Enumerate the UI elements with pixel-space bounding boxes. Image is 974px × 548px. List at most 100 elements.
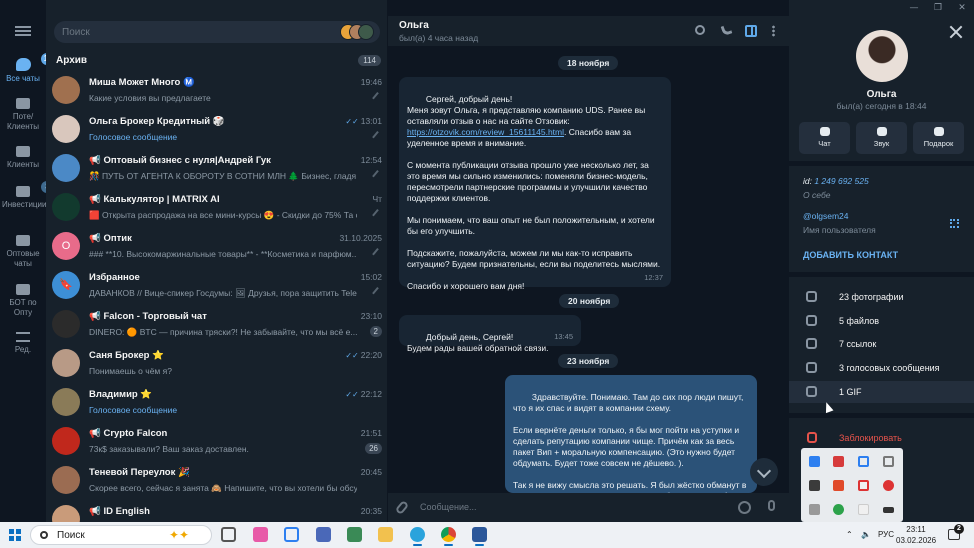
chat-time-text: 22:12 [360, 389, 382, 399]
media-label: 5 файлов [839, 316, 880, 326]
archive-label: Архив [56, 55, 88, 66]
chat-row[interactable]: 🔖 Избранное 15:02 ДАВАНКОВ // Вице-спикер Г… [46, 268, 387, 307]
microphone-icon [806, 362, 817, 373]
chrome-icon[interactable] [441, 527, 456, 546]
restore-button[interactable]: ❐ [926, 0, 950, 16]
scroll-down-button[interactable] [750, 458, 778, 486]
more-icon[interactable] [772, 25, 775, 37]
file-explorer-icon[interactable] [378, 527, 393, 542]
tray-chevron-icon[interactable]: ⌃ [846, 530, 853, 539]
chat-time-text: Чт [372, 194, 382, 204]
sound-button[interactable]: Звук [856, 122, 907, 154]
media-links[interactable]: 7 ссылок [789, 333, 974, 355]
gift-button[interactable]: Подарок [913, 122, 964, 154]
close-icon[interactable] [949, 25, 963, 39]
message-link[interactable]: https://otzovik.com/review_15611145.html [407, 127, 564, 137]
app-tray-icon[interactable] [833, 480, 844, 491]
folder-all-chats[interactable]: 13 Все чаты [0, 53, 56, 84]
task-view-icon[interactable] [221, 527, 236, 542]
media-files[interactable]: 5 файлов [789, 310, 974, 332]
chat-button[interactable]: Чат [799, 122, 850, 154]
snipping-tool-icon[interactable] [858, 456, 869, 467]
volume-icon[interactable] [809, 504, 820, 515]
folder-clients[interactable]: Клиенты [0, 146, 46, 170]
avatar [52, 427, 80, 455]
taskbar-search-label: Поиск [57, 530, 85, 541]
username[interactable]: @olgsem24 [803, 211, 848, 221]
app-tray-icon[interactable] [858, 504, 869, 515]
app-icon[interactable] [253, 527, 268, 542]
word-icon[interactable] [472, 527, 487, 546]
menu-icon[interactable] [15, 26, 31, 36]
folder-bot-wholesale[interactable]: БОТ по Опту [0, 284, 46, 318]
chat-row[interactable]: 📢 Калькулятор | MATRIX AI Чт 🟥 Открыта рас… [46, 190, 387, 229]
file-icon [806, 315, 817, 326]
notification-count: 2 [954, 524, 964, 534]
battery-icon[interactable] [883, 507, 894, 513]
message-bubble-in[interactable]: Сергей, добрый день! Меня зовут Ольга, я… [399, 77, 671, 291]
device-icon[interactable] [883, 456, 894, 467]
chat-row[interactable]: 📢 ID English 20:35 [46, 502, 387, 522]
block-button[interactable]: Заблокировать [839, 433, 902, 443]
chat-row[interactable]: 📢 Crypto Falcon 21:51 73к$ заказывали? Ваш… [46, 424, 387, 463]
chat-row[interactable]: Теневой Переулок 🎉 20:45 Скорее всего, сей… [46, 463, 387, 502]
app-tray-icon[interactable] [833, 456, 844, 467]
chat-row[interactable]: Саня Брокер ⭐ ✓✓ 22:20 Понимаешь о чём я? [46, 346, 387, 385]
message-bubble-in[interactable]: Добрый день, Сергей! Будем рады вашей об… [399, 315, 581, 353]
emoji-icon[interactable] [738, 501, 751, 514]
chat-name: 📢 Калькулятор | MATRIX AI [89, 194, 220, 205]
message-input[interactable] [420, 498, 720, 516]
stories-avatars[interactable] [340, 24, 374, 40]
date-divider: 23 ноября [558, 354, 619, 368]
folder-pote-clients[interactable]: Потe/Клиенты [0, 98, 46, 132]
volume-icon[interactable]: 🔈 [861, 530, 871, 539]
chat-header[interactable]: Ольга был(а) 4 часа назад [388, 16, 789, 46]
search-icon[interactable] [695, 25, 705, 35]
search-input[interactable] [62, 21, 322, 43]
vk-icon[interactable] [316, 527, 331, 542]
avatar[interactable] [856, 30, 908, 82]
minimize-button[interactable]: — [902, 0, 926, 16]
add-contact-button[interactable]: ДОБАВИТЬ КОНТАКТ [803, 250, 898, 260]
chat-row[interactable]: 📢 Falcon - Торговый чат 23:10 DINERO: 🟠 BT… [46, 307, 387, 346]
media-photos[interactable]: 23 фотографии [789, 286, 974, 308]
message-bubble-out[interactable]: Здравствуйте. Понимаю. Там до сих пор лю… [505, 375, 757, 493]
folder-investments[interactable]: 3 Инвестиции [0, 181, 54, 210]
chat-row[interactable]: Владимир ⭐ ✓✓ 22:12 Голосовое сообщение [46, 385, 387, 424]
archive-count: 114 [358, 55, 381, 66]
telegram-icon[interactable] [410, 527, 425, 546]
notification-icon[interactable]: 2 [948, 524, 964, 540]
folder-label: Все чаты [6, 74, 40, 83]
block-icon [807, 432, 817, 443]
chat-row[interactable]: Ольга Брокер Кредитный 🎲 ✓✓ 13:01 Голосовое… [46, 112, 387, 151]
chat-row[interactable]: 📢 Оптовый бизнес с нуля|Андрей Гук 12:54 🎊… [46, 151, 387, 190]
whatsapp-icon[interactable] [833, 504, 844, 515]
windows-start-icon[interactable] [9, 529, 21, 541]
close-window-button[interactable]: ✕ [950, 0, 974, 16]
clock[interactable]: 23:11 03.02.2026 [896, 524, 936, 546]
folder-wholesale-chats[interactable]: Оптовые чаты [0, 235, 46, 269]
bluetooth-icon[interactable] [809, 456, 820, 467]
chat-row[interactable]: О 📢 Оптик 31.10.2025 ### **10. Высокомаржин… [46, 229, 387, 268]
edit-folders[interactable]: Ред. [0, 332, 46, 355]
archive-row[interactable]: Архив 114 [46, 50, 387, 72]
media-label: 3 голосовых сообщения [839, 363, 940, 373]
attach-icon[interactable] [394, 499, 410, 516]
yandex-icon[interactable] [858, 480, 869, 491]
phone-icon[interactable] [720, 23, 733, 37]
username-label: Имя пользователя [803, 225, 876, 235]
chat-row[interactable]: Миша Может Много Ⓜ️ 19:46 Какие условия вы… [46, 73, 387, 112]
chat-time-text: 20:35 [360, 506, 382, 516]
calculator-icon[interactable] [347, 527, 362, 542]
media-voice[interactable]: 3 голосовых сообщения [789, 357, 974, 379]
media-gif[interactable]: 1 GIF [789, 381, 974, 403]
snipping-tool-icon[interactable] [284, 527, 299, 542]
language-indicator[interactable]: РУС [878, 530, 894, 539]
telegram-tray-icon[interactable] [809, 480, 820, 491]
microphone-icon[interactable] [768, 500, 775, 511]
qr-code-icon[interactable] [950, 219, 959, 228]
taskbar-search[interactable]: Поиск ✦✦ [30, 525, 212, 545]
message-time: 13:45 [554, 332, 573, 341]
sidebar-toggle-icon[interactable] [745, 25, 757, 37]
app-tray-icon[interactable] [883, 480, 894, 491]
